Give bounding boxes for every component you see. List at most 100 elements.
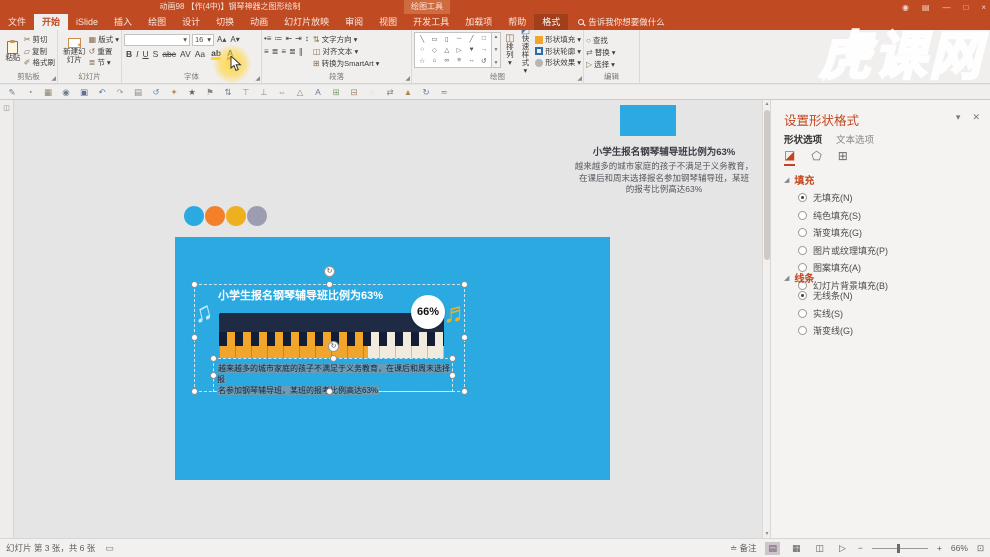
- resize-handle[interactable]: [330, 355, 337, 362]
- qat-layout-icon[interactable]: ▦: [42, 87, 54, 98]
- shape-triangle[interactable]: △: [444, 46, 449, 54]
- bullets-icon[interactable]: •≡: [264, 34, 271, 43]
- font-name-combobox[interactable]: ▾: [124, 33, 190, 46]
- ribbon-tab[interactable]: 加载项: [457, 14, 500, 30]
- character-spacing-button[interactable]: AV: [178, 48, 193, 61]
- strikethrough-button[interactable]: abc: [160, 48, 178, 61]
- qat-flag-icon[interactable]: ⚑: [204, 87, 216, 98]
- drawing-dialog-launcher[interactable]: ◢: [577, 75, 582, 82]
- resize-handle[interactable]: [326, 388, 333, 395]
- resize-handle[interactable]: [210, 372, 217, 379]
- slide-canvas[interactable]: 小学生报名钢琴辅导班比例为63% 越来越多的城市家庭的孩子不满足于义务教育， 在课…: [14, 100, 762, 538]
- resize-handle[interactable]: [461, 388, 468, 395]
- resize-handle[interactable]: [449, 355, 456, 362]
- slide-sorter-view-button[interactable]: ▦: [789, 542, 804, 555]
- comments-icon[interactable]: ▭: [105, 543, 114, 554]
- columns-icon[interactable]: ∥: [299, 47, 303, 56]
- qat-align-top-icon[interactable]: ⊤: [240, 87, 252, 98]
- shape-fill-button[interactable]: 形状填充 ▾: [535, 34, 581, 45]
- dot-orange[interactable]: [205, 206, 225, 226]
- qat-undo-icon[interactable]: ↶: [96, 87, 108, 98]
- ribbon-tab[interactable]: 文件: [0, 14, 34, 30]
- cut-button[interactable]: ✂ 剪切: [24, 34, 55, 45]
- resize-handle[interactable]: [191, 388, 198, 395]
- shape-heart[interactable]: ♥: [470, 46, 474, 54]
- size-properties-icon[interactable]: ⊞: [838, 149, 848, 165]
- shape-rect[interactable]: ▭: [431, 35, 437, 43]
- shape-arrowhead[interactable]: ▷: [457, 46, 462, 54]
- shape-star[interactable]: ☆: [419, 57, 425, 65]
- font-size-combobox[interactable]: 16 ▾: [192, 33, 214, 46]
- qat-refresh-icon[interactable]: ↺: [150, 87, 162, 98]
- resize-handle[interactable]: [461, 281, 468, 288]
- zoom-slider-thumb[interactable]: [897, 543, 901, 553]
- rotate-handle[interactable]: ↻: [328, 341, 339, 352]
- shape-outline-button[interactable]: 形状轮廓 ▾: [535, 46, 581, 57]
- replace-button[interactable]: ⇄ 替换 ▾: [586, 46, 637, 58]
- line-section-header[interactable]: ◢ 线条: [784, 270, 980, 285]
- resize-handle[interactable]: [461, 334, 468, 341]
- text-direction-button[interactable]: ⇅ 文字方向 ▾: [313, 33, 380, 45]
- convert-smartart-button[interactable]: ⊞ 转换为SmartArt ▾: [313, 57, 380, 69]
- reading-view-button[interactable]: ◫: [812, 542, 827, 555]
- shape-diag[interactable]: ╱: [470, 35, 474, 43]
- slide-number-indicator[interactable]: 幻灯片 第 3 张，共 6 张: [6, 542, 95, 554]
- zoom-in-button[interactable]: +: [937, 543, 942, 553]
- shrink-font-button[interactable]: A▾: [229, 35, 240, 44]
- resize-handle[interactable]: [210, 355, 217, 362]
- select-button[interactable]: ▷ 选择 ▾: [586, 58, 637, 70]
- minimize-icon[interactable]: —: [942, 3, 950, 12]
- normal-view-button[interactable]: ▤: [765, 541, 780, 555]
- shape-hline[interactable]: ─: [457, 35, 462, 43]
- resize-handle[interactable]: [191, 334, 198, 341]
- ribbon-tab[interactable]: 开发工具: [405, 14, 457, 30]
- qat-reset-icon[interactable]: ↻: [420, 87, 432, 98]
- ribbon-tab[interactable]: 动画: [242, 14, 276, 30]
- qat-star-add-icon[interactable]: ✦: [168, 87, 180, 98]
- bold-button[interactable]: B: [124, 48, 134, 61]
- dot-amber[interactable]: [226, 206, 246, 226]
- new-slide-button[interactable]: 新建幻灯片: [60, 32, 89, 70]
- pane-tab-text-options[interactable]: 文本选项: [836, 132, 874, 148]
- zoom-slider[interactable]: [871, 543, 928, 553]
- qat-swap-icon[interactable]: ⇄: [384, 87, 396, 98]
- restore-icon[interactable]: □: [963, 3, 968, 12]
- rotate-handle[interactable]: ↻: [324, 266, 335, 277]
- qat-color-icon[interactable]: ▲: [402, 87, 414, 97]
- dot-gray[interactable]: [247, 206, 267, 226]
- numbering-icon[interactable]: ≔: [274, 34, 282, 43]
- slideshow-button[interactable]: ▷: [836, 542, 849, 555]
- effects-icon[interactable]: ⬠: [811, 149, 821, 165]
- ribbon-tab[interactable]: iSlide: [68, 14, 106, 30]
- slide-body-textbox[interactable]: 越来越多的城市家庭的孩子不满足于义务教育，在课后和周末选择报 名参加钢琴辅导班，…: [217, 363, 450, 396]
- resize-handle[interactable]: [191, 281, 198, 288]
- align-right-icon[interactable]: ≡: [281, 47, 286, 56]
- offslide-heading[interactable]: 小学生报名钢琴辅导班比例为63%: [542, 144, 762, 158]
- ribbon-tab[interactable]: 视图: [371, 14, 405, 30]
- shape-square[interactable]: □: [482, 35, 486, 43]
- dot-blue[interactable]: [184, 206, 204, 226]
- find-button[interactable]: ○ 查找: [586, 34, 637, 46]
- underline-button[interactable]: U: [141, 48, 151, 61]
- qat-more-icon[interactable]: ≂: [438, 87, 450, 98]
- align-center-icon[interactable]: ≣: [272, 47, 279, 56]
- shapes-gallery-scroll[interactable]: ▲ ▼ ▼: [492, 32, 501, 68]
- ribbon-tab[interactable]: 开始: [34, 14, 69, 30]
- offslide-blue-rectangle[interactable]: [620, 105, 676, 136]
- fill-option-radio[interactable]: 纯色填充(S): [798, 208, 980, 222]
- line-option-radio[interactable]: 渐变线(G): [798, 324, 980, 338]
- fill-option-radio[interactable]: 渐变填充(G): [798, 226, 980, 240]
- ribbon-tab[interactable]: 插入: [106, 14, 140, 30]
- paste-button[interactable]: 粘贴: [2, 32, 24, 70]
- shape-updown[interactable]: ↔: [468, 57, 475, 65]
- ribbon-display-options-icon[interactable]: ▤: [922, 3, 930, 12]
- percentage-badge[interactable]: 66%: [411, 295, 445, 329]
- paragraph-dialog-launcher[interactable]: ◢: [405, 75, 410, 82]
- arrange-button[interactable]: ◫ 排列 ▾: [504, 32, 516, 70]
- resize-handle[interactable]: [449, 372, 456, 379]
- clipboard-dialog-launcher[interactable]: ◢: [51, 75, 56, 82]
- slide-thumbnails-collapsed[interactable]: ◫: [0, 100, 14, 538]
- qat-align-bottom-icon[interactable]: ⊥: [258, 87, 270, 98]
- line-option-radio[interactable]: 实线(S): [798, 306, 980, 320]
- qat-sort-icon[interactable]: ⇅: [222, 87, 234, 98]
